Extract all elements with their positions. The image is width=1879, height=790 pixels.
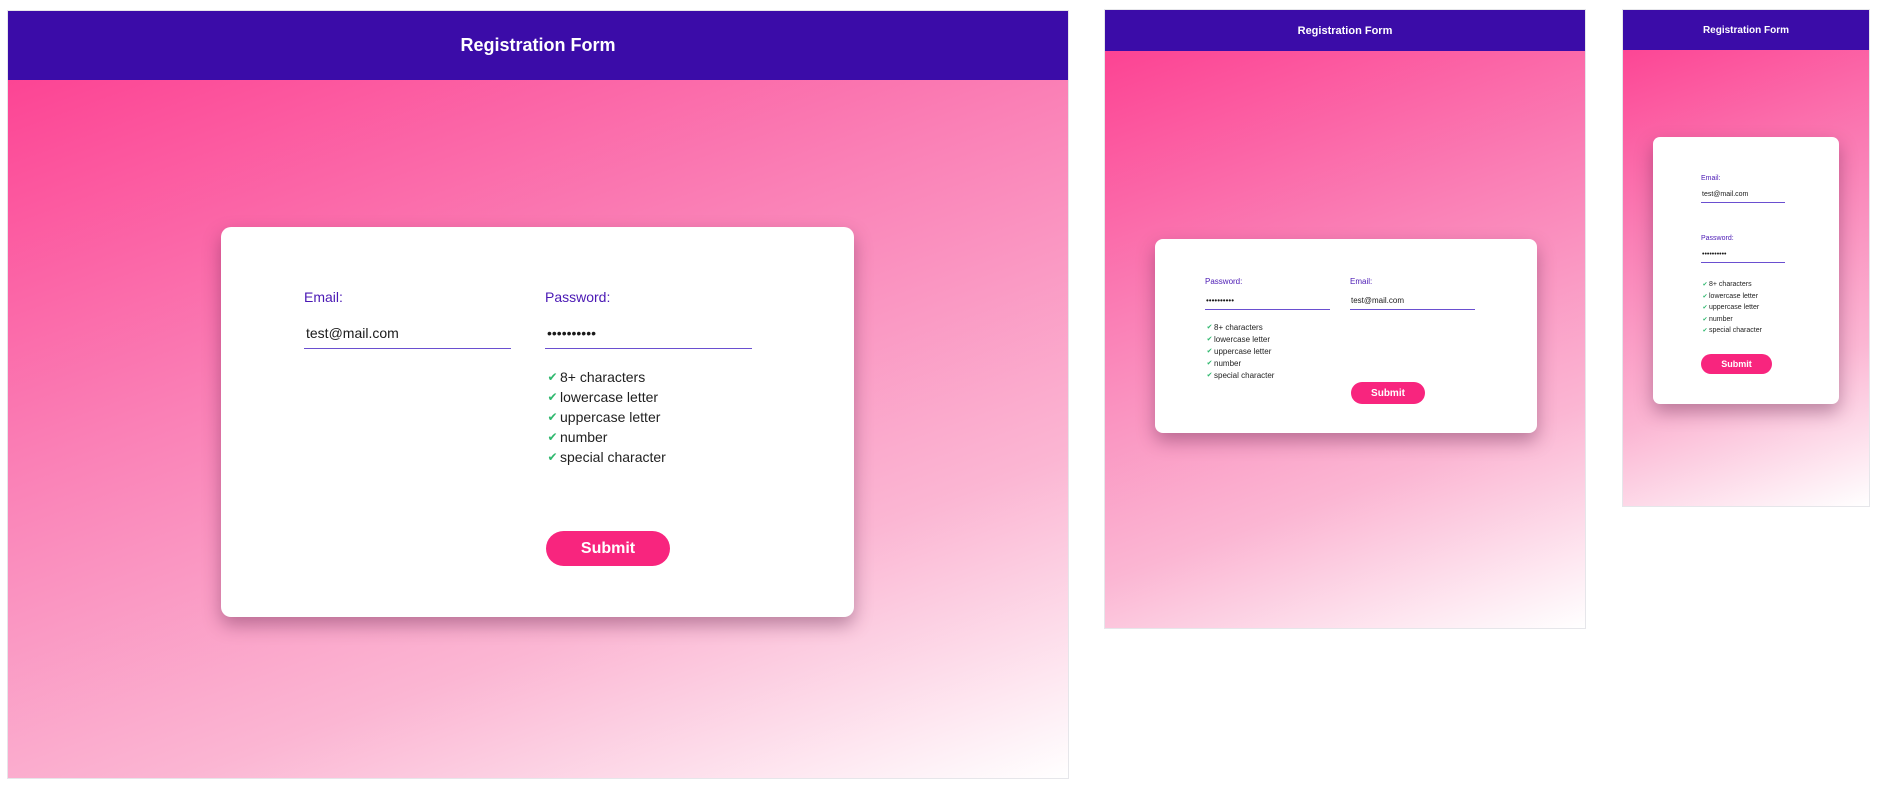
submit-button[interactable]: Submit bbox=[1701, 354, 1772, 374]
check-icon: ✔ bbox=[547, 390, 558, 404]
email-label: Email: bbox=[304, 289, 343, 305]
mobile-preview: Registration Form Email: test@mail.com P… bbox=[1622, 9, 1870, 507]
password-input[interactable]: •••••••••• bbox=[1701, 251, 1785, 263]
submit-button[interactable]: Submit bbox=[1351, 382, 1425, 404]
password-label: Password: bbox=[545, 289, 611, 305]
page-header: Registration Form bbox=[1105, 10, 1585, 51]
check-icon: ✔ bbox=[1206, 360, 1213, 367]
password-label: Password: bbox=[1701, 235, 1734, 242]
check-icon: ✔ bbox=[1702, 305, 1708, 312]
rule-item: ✔ special character bbox=[545, 447, 665, 467]
page-title: Registration Form bbox=[460, 35, 616, 55]
rule-item: ✔ special character bbox=[1206, 370, 1275, 380]
check-icon: ✔ bbox=[1702, 282, 1708, 289]
check-icon: ✔ bbox=[1702, 316, 1708, 323]
check-icon: ✔ bbox=[1206, 348, 1213, 355]
rule-item: ✔ 8+ characters bbox=[1206, 322, 1263, 332]
rule-item: ✔ lowercase letter bbox=[1702, 292, 1759, 300]
password-field: Password: •••••••••• bbox=[1701, 235, 1785, 263]
check-icon: ✔ bbox=[1206, 324, 1213, 331]
email-field: Email: test@mail.com bbox=[1350, 277, 1475, 310]
check-icon: ✔ bbox=[547, 410, 558, 424]
submit-button[interactable]: Submit bbox=[546, 531, 670, 566]
password-rules: ✔ 8+ characters ✔ lowercase letter ✔ upperc… bbox=[1205, 321, 1275, 381]
rule-item: ✔ number bbox=[1702, 315, 1733, 323]
rule-item: ✔ 8+ characters bbox=[1702, 281, 1752, 289]
registration-card: Email: test@mail.com Password: •••••••••… bbox=[1653, 137, 1839, 404]
email-label: Email: bbox=[1701, 175, 1721, 182]
password-input[interactable]: •••••••••• bbox=[1205, 296, 1330, 310]
tablet-preview: Registration Form Password: •••••••••• E… bbox=[1104, 9, 1586, 629]
rule-item: ✔ number bbox=[545, 427, 666, 447]
password-field: Password: •••••••••• bbox=[545, 289, 752, 349]
page-title: Registration Form bbox=[1702, 24, 1790, 36]
email-label: Email: bbox=[1350, 277, 1373, 286]
check-icon: ✔ bbox=[547, 430, 558, 444]
registration-card: Email: test@mail.com Password: •••••••••… bbox=[221, 227, 854, 617]
email-input[interactable]: test@mail.com bbox=[1701, 191, 1785, 203]
rule-item: ✔ lowercase letter bbox=[1206, 334, 1271, 344]
check-icon: ✔ bbox=[1702, 328, 1708, 335]
email-field: Email: test@mail.com bbox=[304, 289, 511, 349]
rule-item: ✔ number bbox=[1206, 358, 1242, 368]
page-header: Registration Form bbox=[1623, 10, 1869, 50]
check-icon: ✔ bbox=[547, 450, 558, 464]
password-input[interactable]: •••••••••• bbox=[545, 325, 752, 349]
rule-item: ✔ 8+ characters bbox=[545, 367, 666, 387]
rule-item: ✔ uppercase letter bbox=[545, 407, 666, 427]
rule-item: ✔ uppercase letter bbox=[1702, 304, 1760, 312]
desktop-preview: Registration Form Email: test@mail.com P… bbox=[7, 10, 1069, 779]
password-rules: ✔ 8+ characters ✔ lowercase letter ✔ upperc… bbox=[1701, 279, 1762, 337]
page-header: Registration Form bbox=[8, 11, 1068, 80]
rule-item: ✔ uppercase letter bbox=[1206, 346, 1272, 356]
check-icon: ✔ bbox=[1206, 336, 1213, 343]
password-rules: ✔ 8+ characters ✔ lowercase letter ✔ upperc… bbox=[545, 367, 666, 467]
password-field: Password: •••••••••• bbox=[1205, 277, 1330, 310]
rule-item: ✔ lowercase letter bbox=[545, 387, 666, 407]
registration-card: Password: •••••••••• Email: test@mail.co… bbox=[1155, 239, 1537, 433]
email-field: Email: test@mail.com bbox=[1701, 175, 1785, 203]
rule-item: ✔ special character bbox=[1702, 327, 1762, 335]
check-icon: ✔ bbox=[547, 370, 558, 384]
password-label: Password: bbox=[1205, 277, 1243, 286]
check-icon: ✔ bbox=[1702, 293, 1708, 300]
page-title: Registration Form bbox=[1297, 24, 1393, 37]
check-icon: ✔ bbox=[1206, 372, 1213, 379]
email-input[interactable]: test@mail.com bbox=[304, 325, 511, 349]
email-input[interactable]: test@mail.com bbox=[1350, 296, 1475, 310]
